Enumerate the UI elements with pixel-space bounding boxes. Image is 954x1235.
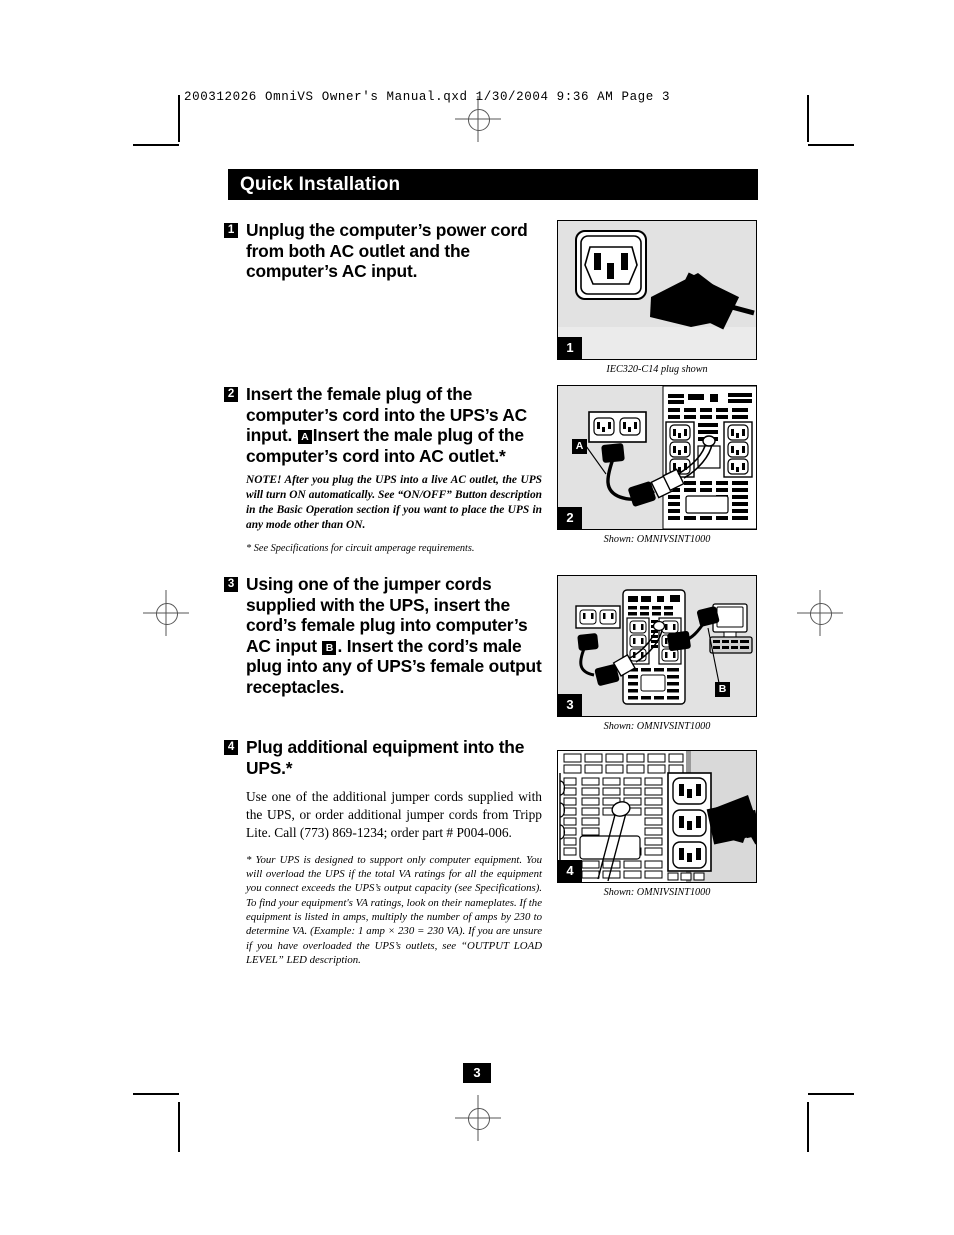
section-header-bar: Quick Installation xyxy=(228,169,758,200)
step-2: 2 Insert the female plug of the computer’… xyxy=(224,384,542,556)
figure-1-caption: IEC320-C14 plug shown xyxy=(606,364,708,375)
figure-2-panel: A 2 xyxy=(557,385,757,530)
figure-1: 1 IEC320-C14 plug shown xyxy=(557,220,757,375)
figure-3-panel-number: 3 xyxy=(558,694,582,716)
figure-2: A 2 Shown: OMNIVSINT1000 xyxy=(557,385,757,545)
manual-page: Quick Installation 1 Unplug the computer’… xyxy=(0,0,954,1235)
step-4-fineprint: * Your UPS is designed to support only c… xyxy=(246,853,542,967)
step-3-callout-badge-b: B xyxy=(322,640,337,655)
step-3-number-badge: 3 xyxy=(224,577,238,592)
figure-2-caption: Shown: OMNIVSINT1000 xyxy=(603,534,711,545)
section-title: Quick Installation xyxy=(240,173,401,195)
step-2-callout-badge-a: A xyxy=(297,430,312,445)
step-2-note: NOTE! After you plug the UPS into a live… xyxy=(246,474,542,532)
figure-3-panel: B 3 xyxy=(557,575,757,717)
step-4: 4 Plug additional equipment into the UPS.… xyxy=(224,737,542,967)
figure-3: B 3 Shown: OMNIVSINT1000 xyxy=(557,575,757,732)
ups-output-receptacles-graphic-4 xyxy=(559,751,756,882)
step-2-heading: 2 Insert the female plug of the computer’… xyxy=(224,384,542,466)
figure-4-caption: Shown: OMNIVSINT1000 xyxy=(603,887,711,898)
step-1: 1 Unplug the computer’s power cord from b… xyxy=(224,220,542,282)
step-4-body: Use one of the additional jumper cords s… xyxy=(246,789,542,840)
step-3-heading: 3 Using one of the jumper cords supplied … xyxy=(224,574,542,697)
figure-4: 4 Shown: OMNIVSINT1000 xyxy=(557,750,757,898)
figure-4-panel-number: 4 xyxy=(558,860,582,882)
figure-4-panel: 4 xyxy=(557,750,757,883)
figure-3-callout-b: B xyxy=(715,682,730,697)
figure-1-panel: 1 xyxy=(557,220,757,360)
ups-rear-panel-graphic-2 xyxy=(585,386,756,529)
step-1-heading-text: Unplug the computer’s power cord from bo… xyxy=(246,220,528,282)
figure-2-panel-number: 2 xyxy=(558,507,582,529)
page-number: 3 xyxy=(463,1063,491,1083)
step-2-footnote: * See Specifications for circuit amperag… xyxy=(246,543,475,555)
step-1-number-badge: 1 xyxy=(224,223,238,238)
step-4-heading-text: Plug additional equipment into the UPS.* xyxy=(246,737,525,778)
figure-2-callout-a: A xyxy=(572,439,587,454)
step-1-heading: 1 Unplug the computer’s power cord from b… xyxy=(224,220,542,282)
iec320-c14-inlet-graphic xyxy=(575,230,755,330)
figure-3-caption: Shown: OMNIVSINT1000 xyxy=(603,721,711,732)
step-3: 3 Using one of the jumper cords supplied … xyxy=(224,574,542,697)
step-4-number-badge: 4 xyxy=(224,740,238,755)
step-2-number-badge: 2 xyxy=(224,387,238,402)
step-4-heading: 4 Plug additional equipment into the UPS.… xyxy=(224,737,542,778)
figure-1-panel-number: 1 xyxy=(558,337,582,359)
